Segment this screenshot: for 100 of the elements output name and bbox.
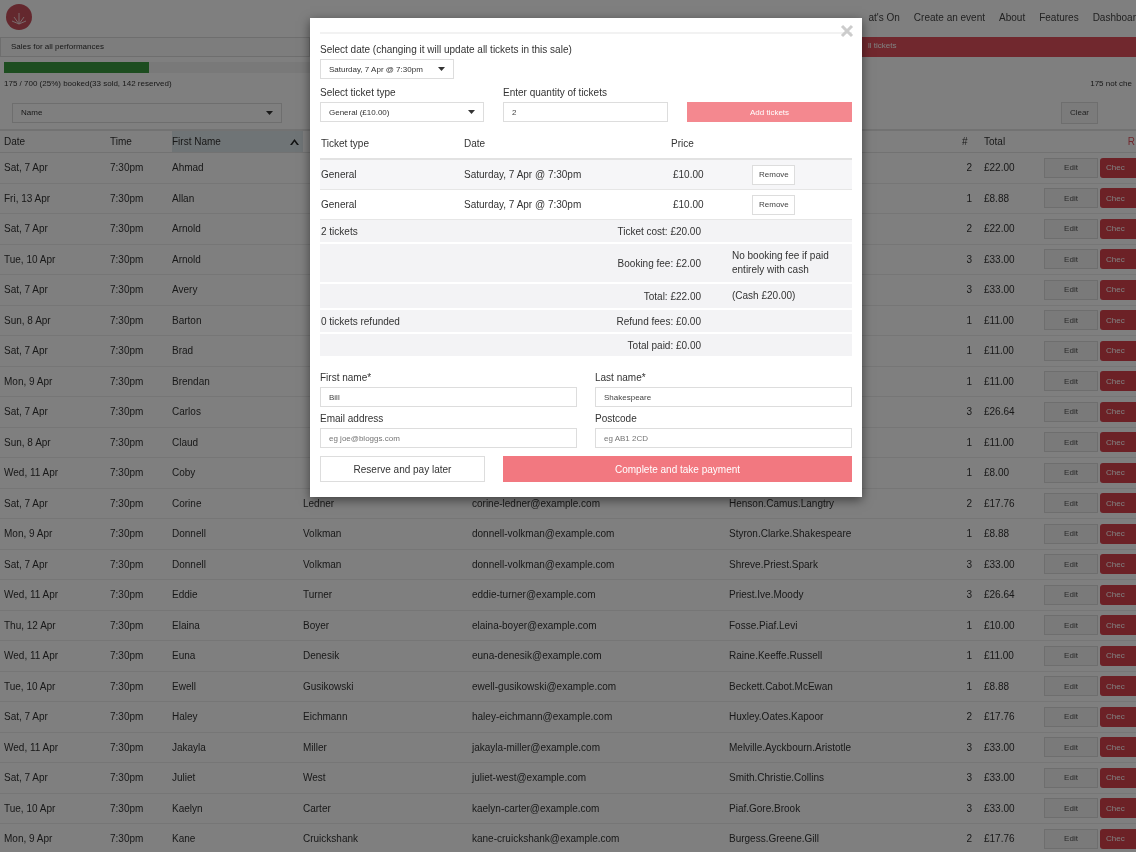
edit-button[interactable]: Edit bbox=[1044, 645, 1098, 666]
table-cell-text: £17.76 bbox=[983, 711, 1016, 723]
edit-button[interactable]: Edit bbox=[1044, 554, 1098, 575]
complete-payment-button[interactable]: Complete and take payment bbox=[503, 456, 852, 482]
check-in-button[interactable]: Chec bbox=[1100, 249, 1136, 270]
text-field[interactable]: Bill bbox=[320, 387, 577, 407]
check-in-button[interactable]: Chec bbox=[1100, 828, 1136, 849]
column-header[interactable]: Total bbox=[978, 131, 1042, 152]
check-in-button[interactable]: Chec bbox=[1100, 767, 1136, 788]
edit-button[interactable]: Edit bbox=[1044, 462, 1098, 483]
check-in-button[interactable]: Chec bbox=[1100, 310, 1136, 331]
table-cell-text: Carter bbox=[303, 802, 332, 814]
text-field[interactable]: eg AB1 2CD bbox=[595, 428, 852, 448]
logo-icon[interactable] bbox=[6, 4, 32, 30]
nav-link[interactable]: at's On bbox=[868, 11, 900, 23]
field-label: Select ticket type bbox=[320, 87, 397, 98]
table-cell-text: Wed, 11 Apr bbox=[4, 741, 60, 753]
nav-link[interactable]: About bbox=[999, 11, 1026, 23]
edit-button[interactable]: Edit bbox=[1044, 249, 1098, 270]
clear-button[interactable]: Clear bbox=[1060, 101, 1098, 124]
check-in-button[interactable]: Chec bbox=[1100, 584, 1136, 605]
check-in-button[interactable]: Chec bbox=[1100, 432, 1136, 453]
check-in-button[interactable]: Chec bbox=[1100, 218, 1136, 239]
check-in-button[interactable]: Chec bbox=[1100, 188, 1136, 209]
column-header[interactable]: # bbox=[962, 131, 978, 152]
edit-button[interactable]: Edit bbox=[1044, 737, 1098, 758]
ticket-type-select[interactable]: General (£10.00) bbox=[320, 102, 484, 122]
check-in-button[interactable]: Chec bbox=[1100, 798, 1136, 819]
table-cell-text: Barton bbox=[172, 314, 203, 326]
table-cell-text: 1 bbox=[965, 314, 973, 326]
edit-button[interactable]: Edit bbox=[1044, 188, 1098, 209]
date-select[interactable]: Saturday, 7 Apr @ 7:30pm bbox=[320, 59, 454, 79]
check-in-button[interactable]: Chec bbox=[1100, 676, 1136, 697]
not-checked-count: 175 not che bbox=[1090, 79, 1132, 90]
add-tickets-button[interactable]: Add tickets bbox=[687, 102, 852, 122]
check-in-button[interactable]: Chec bbox=[1100, 371, 1136, 392]
edit-button[interactable]: Edit bbox=[1044, 706, 1098, 727]
check-in-button[interactable]: Chec bbox=[1100, 401, 1136, 422]
table-cell-text: General bbox=[321, 169, 358, 180]
column-header[interactable]: Time bbox=[110, 131, 172, 152]
remove-button[interactable]: Remove bbox=[752, 194, 795, 215]
table-cell-text: Wed, 11 Apr bbox=[4, 650, 60, 662]
edit-button[interactable]: Edit bbox=[1044, 798, 1098, 819]
close-icon[interactable] bbox=[840, 24, 854, 38]
nav-link[interactable]: Create an event bbox=[913, 11, 986, 23]
edit-button[interactable]: Edit bbox=[1044, 340, 1098, 361]
check-in-button[interactable]: Chec bbox=[1100, 615, 1136, 636]
table-cell-text: £33.00 bbox=[983, 284, 1016, 296]
edit-button[interactable]: Edit bbox=[1044, 493, 1098, 514]
edit-button[interactable]: Edit bbox=[1044, 828, 1098, 849]
table-cell-text: 7:30pm bbox=[110, 314, 145, 326]
performance-select[interactable]: Sales for all performances bbox=[0, 37, 310, 57]
reserve-button[interactable]: Reserve and pay later bbox=[320, 456, 485, 482]
check-in-button[interactable]: Chec bbox=[1100, 645, 1136, 666]
summary-text: 2 tickets bbox=[321, 225, 359, 237]
edit-button[interactable]: Edit bbox=[1044, 615, 1098, 636]
table-cell-text: Brad bbox=[172, 345, 195, 357]
check-in-button[interactable]: Chec bbox=[1100, 523, 1136, 544]
check-in-button[interactable]: Chec bbox=[1100, 737, 1136, 758]
nav-link[interactable]: Features bbox=[1039, 11, 1079, 23]
quantity-field[interactable]: 2 bbox=[503, 102, 668, 122]
check-in-button[interactable]: Chec bbox=[1100, 340, 1136, 361]
table-cell-text: Donnell bbox=[172, 558, 207, 570]
column-header: Ticket type bbox=[321, 137, 370, 149]
text-field[interactable]: eg joe@bloggs.com bbox=[320, 428, 577, 448]
edit-button[interactable]: Edit bbox=[1044, 432, 1098, 453]
remove-button[interactable]: Remove bbox=[752, 164, 795, 185]
check-in-button[interactable]: Chec bbox=[1100, 706, 1136, 727]
nav-link[interactable]: Dashboar bbox=[1092, 11, 1136, 23]
table-cell-text: Sat, 7 Apr bbox=[4, 284, 49, 296]
filter-select[interactable]: Name bbox=[12, 102, 282, 123]
table-cell-text: 3 bbox=[965, 589, 973, 601]
check-in-button[interactable]: Chec bbox=[1100, 279, 1136, 300]
table-cell-text: Volkman bbox=[303, 528, 343, 540]
edit-button[interactable]: Edit bbox=[1044, 371, 1098, 392]
edit-button[interactable]: Edit bbox=[1044, 767, 1098, 788]
check-in-button[interactable]: Chec bbox=[1100, 157, 1136, 178]
check-in-button[interactable]: Chec bbox=[1100, 493, 1136, 514]
table-cell-text: 1 bbox=[965, 345, 973, 357]
column-header[interactable]: Date bbox=[4, 131, 110, 152]
edit-button[interactable]: Edit bbox=[1044, 523, 1098, 544]
column-header[interactable]: First Name bbox=[172, 131, 303, 152]
edit-button[interactable]: Edit bbox=[1044, 157, 1098, 178]
edit-button[interactable]: Edit bbox=[1044, 279, 1098, 300]
caret-icon bbox=[266, 110, 273, 115]
table-cell-text: 7:30pm bbox=[110, 802, 145, 814]
edit-button[interactable]: Edit bbox=[1044, 310, 1098, 331]
text-field[interactable]: Shakespeare bbox=[595, 387, 852, 407]
table-cell-text: Volkman bbox=[303, 558, 343, 570]
table-cell-text: kane-cruickshank@example.com bbox=[472, 833, 621, 845]
edit-button[interactable]: Edit bbox=[1044, 218, 1098, 239]
field-label: Email address bbox=[320, 413, 385, 424]
column-header[interactable]: R bbox=[1100, 131, 1136, 152]
check-in-button[interactable]: Chec bbox=[1100, 554, 1136, 575]
table-cell-text: 2 bbox=[965, 223, 973, 235]
edit-button[interactable]: Edit bbox=[1044, 584, 1098, 605]
check-in-button[interactable]: Chec bbox=[1100, 462, 1136, 483]
edit-button[interactable]: Edit bbox=[1044, 401, 1098, 422]
table-cell-text: Sat, 7 Apr bbox=[4, 711, 49, 723]
edit-button[interactable]: Edit bbox=[1044, 676, 1098, 697]
